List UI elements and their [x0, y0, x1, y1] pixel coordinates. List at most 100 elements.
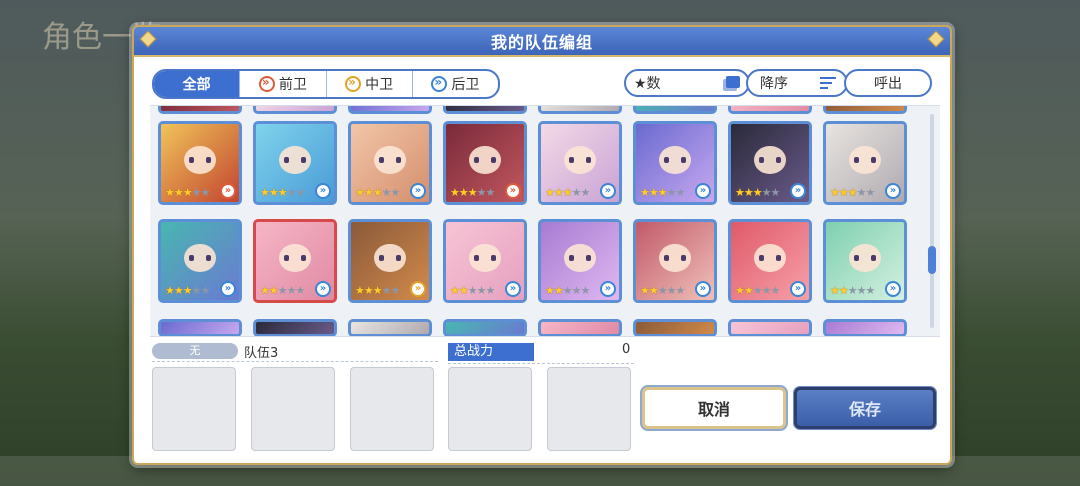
team-slot-1[interactable]: [152, 367, 236, 451]
back-position-icon: »: [600, 183, 616, 199]
character-card[interactable]: [538, 319, 622, 336]
cancel-button[interactable]: 取消: [642, 387, 786, 429]
back-position-icon: »: [885, 281, 901, 297]
back-position-icon: »: [600, 281, 616, 297]
character-card[interactable]: ★★★★★ »: [348, 219, 432, 303]
character-card[interactable]: [823, 319, 907, 336]
star-rating: ★★★★★: [165, 284, 210, 297]
character-eyes: [854, 254, 876, 261]
character-card[interactable]: [158, 106, 242, 114]
middle-position-icon: »: [410, 281, 426, 297]
star-rating: ★★★★★: [355, 186, 400, 199]
tab-front[interactable]: 前卫: [240, 71, 327, 97]
character-card[interactable]: ★★★★★ »: [728, 219, 812, 303]
character-card[interactable]: [253, 106, 337, 114]
character-card[interactable]: [158, 319, 242, 336]
character-card[interactable]: [443, 319, 527, 336]
star-rating: ★★★★★: [450, 186, 495, 199]
character-card[interactable]: ★★★★★ »: [443, 219, 527, 303]
character-card[interactable]: ★★★★★ »: [253, 121, 337, 205]
tab-all[interactable]: 全部: [154, 71, 241, 97]
back-position-icon: »: [410, 183, 426, 199]
save-button[interactable]: 保存: [794, 387, 936, 429]
sort-order-label: 降序: [760, 76, 788, 92]
character-card[interactable]: [348, 319, 432, 336]
character-eyes: [664, 254, 686, 261]
star-rating: ★★★★★: [735, 186, 780, 199]
character-card[interactable]: [728, 319, 812, 336]
back-position-icon: »: [220, 281, 236, 297]
character-card[interactable]: [728, 106, 812, 114]
filter-row: 全部 前卫 中卫 后卫 ★数 降序 呼出: [150, 69, 934, 99]
tab-middle[interactable]: 中卫: [327, 71, 413, 97]
character-card[interactable]: ★★★★★ »: [538, 121, 622, 205]
character-eyes: [759, 254, 781, 261]
back-position-icon: »: [315, 281, 331, 297]
tab-back[interactable]: 后卫: [413, 71, 498, 97]
character-grid: ★★★★★ » ★★★★★ » ★★★★★ » ★★★★★ » ★★★★★ » ★★★★★ » ★★★★…: [150, 105, 940, 337]
character-card[interactable]: ★★★★★ »: [158, 121, 242, 205]
star-rating: ★★★★★: [355, 284, 400, 297]
team-slot-5[interactable]: [547, 367, 631, 451]
back-position-icon: »: [790, 183, 806, 199]
star-rating: ★★★★★: [260, 186, 305, 199]
scrollbar-thumb[interactable]: [928, 246, 936, 274]
front-position-icon: »: [220, 183, 236, 199]
total-power-value: 0: [622, 342, 631, 357]
character-card[interactable]: ★★★★★ »: [158, 219, 242, 303]
character-card[interactable]: ★★★★★ »: [633, 219, 717, 303]
character-card[interactable]: ★★★★★ »: [823, 219, 907, 303]
back-position-icon: »: [505, 281, 521, 297]
character-card[interactable]: ★★★★★ »: [823, 121, 907, 205]
grid-scrollbar[interactable]: [928, 114, 936, 328]
star-rating: ★★★★★: [640, 284, 685, 297]
star-rating: ★★★★★: [640, 186, 685, 199]
sort-order-button[interactable]: 降序: [746, 69, 848, 97]
character-eyes: [284, 254, 306, 261]
character-eyes: [569, 254, 591, 261]
character-card[interactable]: [348, 106, 432, 114]
character-eyes: [189, 254, 211, 261]
position-filter-tabs: 全部 前卫 中卫 后卫: [152, 69, 500, 99]
character-card[interactable]: [633, 106, 717, 114]
character-card[interactable]: [443, 106, 527, 114]
dialog-title: 我的队伍编组: [490, 33, 593, 52]
character-card[interactable]: [823, 106, 907, 114]
sort-by-button[interactable]: ★数: [624, 69, 750, 97]
sort-by-label: ★数: [634, 76, 661, 92]
character-card[interactable]: ★★★★★ »: [728, 121, 812, 205]
team-slot-3[interactable]: [350, 367, 434, 451]
character-card[interactable]: ★★★★★ »: [348, 121, 432, 205]
tab-label: 全部: [182, 77, 211, 93]
character-card[interactable]: [538, 106, 622, 114]
back-position-icon: »: [315, 183, 331, 199]
character-card[interactable]: [633, 319, 717, 336]
character-card[interactable]: ★★★★★ »: [633, 121, 717, 205]
divider: [152, 361, 438, 362]
star-rating: ★★★★★: [165, 186, 210, 199]
tab-label: 中卫: [365, 77, 394, 93]
team-slot-2[interactable]: [251, 367, 335, 451]
sort-options-icon: [726, 76, 740, 88]
total-power-label: 总战力: [448, 343, 534, 361]
character-eyes: [189, 156, 211, 163]
character-card[interactable]: ★★★★★ »: [538, 219, 622, 303]
team-info-row: 无 队伍3 总战力 0: [152, 342, 634, 364]
front-position-icon: [258, 75, 275, 92]
divider: [448, 363, 634, 364]
character-eyes: [474, 156, 496, 163]
tab-label: 前卫: [278, 77, 307, 93]
star-rating: ★★★★★: [830, 186, 875, 199]
character-card[interactable]: [253, 319, 337, 336]
team-name: 队伍3: [244, 346, 279, 361]
back-position-icon: »: [790, 281, 806, 297]
team-slot-4[interactable]: [448, 367, 532, 451]
character-card[interactable]: ★★★★★ »: [253, 219, 337, 303]
corner-ornament-icon: [139, 30, 157, 48]
character-eyes: [664, 156, 686, 163]
star-rating: ★★★★★: [830, 284, 875, 297]
back-position-icon: »: [885, 183, 901, 199]
call-button[interactable]: 呼出: [844, 69, 932, 97]
character-eyes: [379, 254, 401, 261]
character-card[interactable]: ★★★★★ »: [443, 121, 527, 205]
